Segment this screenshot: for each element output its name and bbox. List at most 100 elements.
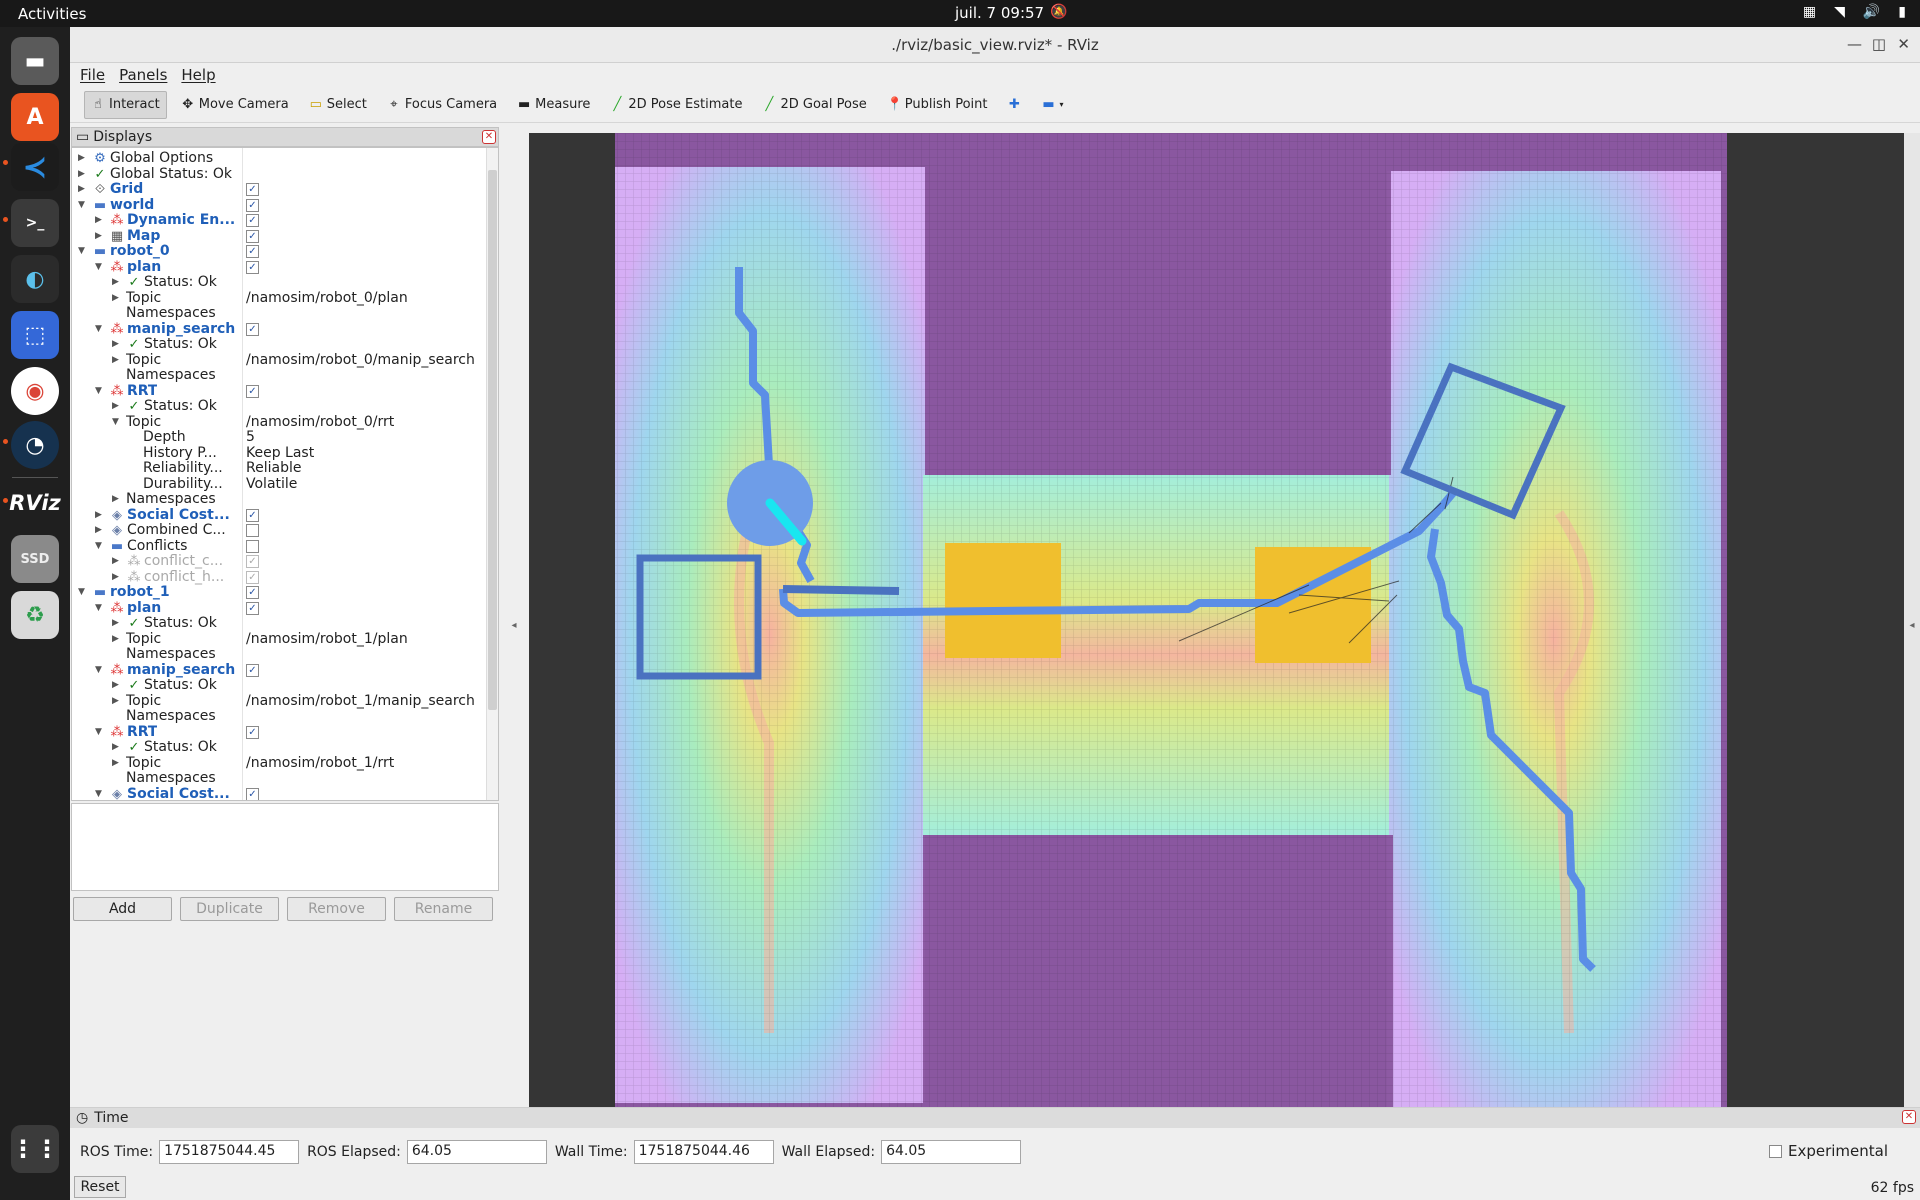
volume-icon[interactable]: 🔊 [1863, 4, 1880, 20]
minimize-icon[interactable]: — [1847, 35, 1862, 53]
remove-display-button[interactable]: Remove [287, 897, 386, 921]
add-tool-button[interactable]: ✚ [1001, 91, 1027, 119]
display-enabled-checkbox[interactable]: ✓ [246, 183, 259, 196]
movable-obstacle-1[interactable] [945, 543, 1061, 658]
ros-time-label: ROS Time: [80, 1144, 154, 1160]
ros-elapsed-label: ROS Elapsed: [307, 1144, 401, 1160]
displays-buttons: Add Duplicate Remove Rename [71, 897, 499, 923]
clock[interactable]: juil. 7 09:57 [955, 4, 1044, 22]
display-enabled-checkbox[interactable]: ✓ [246, 508, 259, 522]
files-icon[interactable]: ▬ [11, 37, 59, 85]
show-apps-icon[interactable]: ⋮⋮ [11, 1125, 59, 1173]
displays-tree[interactable]: ▶ ⚙ Global Options ▶ ✓ Global Status: Ok ▶ ⟐ Gri… [71, 147, 499, 801]
duplicate-display-button[interactable]: Duplicate [180, 897, 279, 921]
remove-tool-button[interactable]: ▬ ▾ [1035, 91, 1069, 119]
tree-row[interactable]: ▶ ✓Status: Ok [72, 800, 482, 801]
display-enabled-checkbox[interactable]: ✓ [246, 384, 259, 398]
window-titlebar[interactable]: ./rviz/basic_view.rviz* - RViz — ◫ ✕ [70, 27, 1920, 63]
wall-elapsed-field[interactable]: 64.05 [881, 1140, 1022, 1164]
display-enabled-checkbox[interactable]: ✓ [246, 663, 259, 677]
display-enabled-checkbox[interactable]: ✓ [246, 214, 259, 227]
measure-tool-button[interactable]: ▬ Measure [511, 91, 596, 119]
display-enabled-checkbox[interactable]: ✓ [246, 586, 259, 599]
move-camera-icon: ✥ [182, 97, 194, 112]
display-description-box [71, 803, 499, 891]
rviz-icon[interactable]: RViz [9, 479, 60, 527]
displays-title: Displays [93, 129, 153, 145]
ssd-drive-icon[interactable]: SSD [11, 535, 59, 583]
display-enabled-checkbox[interactable]: ✓ [246, 322, 259, 336]
tool-bar: ☝ Interact ✥ Move Camera ▭ Select ⌖ Focus Ca… [70, 87, 1920, 123]
focus-camera-tool-button[interactable]: ⌖ Focus Camera [381, 91, 503, 119]
collapsed-arrow-icon[interactable]: ▶ [112, 800, 122, 801]
tree-scrollbar[interactable] [486, 148, 498, 800]
panel-close-icon[interactable]: ✕ [482, 130, 496, 144]
screenshot-icon[interactable]: ⬚ [11, 311, 59, 359]
display-enabled-checkbox[interactable]: ✓ [246, 787, 259, 800]
wifi-icon[interactable]: ◥ [1834, 4, 1845, 20]
map-scene[interactable] [529, 133, 1907, 1118]
display-enabled-checkbox[interactable]: ✓ [246, 725, 259, 739]
goal-pose-tool-button[interactable]: ╱ 2D Goal Pose [756, 91, 872, 119]
keyboard-layout-icon[interactable]: ▦ [1803, 4, 1816, 20]
dock-separator [12, 477, 58, 478]
left-dock-collapse-handle[interactable]: ◂ [500, 133, 528, 1118]
chrome-icon[interactable]: ◉ [11, 367, 59, 415]
display-enabled-checkbox[interactable] [246, 524, 259, 537]
reset-button[interactable]: Reset [74, 1176, 126, 1198]
ruler-icon: ▬ [517, 97, 531, 112]
add-display-button[interactable]: Add [73, 897, 172, 921]
activities-button[interactable]: Activities [18, 5, 86, 23]
move-camera-tool-button[interactable]: ✥ Move Camera [175, 91, 295, 119]
select-tool-button[interactable]: ▭ Select [303, 91, 373, 119]
menu-bar: File Panels Help [70, 63, 1920, 87]
wall-time-field[interactable]: 1751875044.46 [633, 1140, 774, 1164]
ros-elapsed-field[interactable]: 64.05 [406, 1140, 547, 1164]
display-enabled-checkbox[interactable]: ✓ [246, 229, 259, 243]
panel-close-icon[interactable]: ✕ [1902, 1110, 1916, 1124]
trash-icon[interactable]: ♻ [11, 591, 59, 639]
experimental-toggle[interactable]: Experimental [1768, 1142, 1888, 1160]
monitor-icon: ▭ [76, 129, 90, 145]
display-enabled-checkbox[interactable]: ✓ [246, 198, 259, 212]
display-enabled-checkbox[interactable] [246, 539, 259, 553]
fps-readout: 62 fps [1870, 1180, 1914, 1196]
right-dock-collapse-handle[interactable]: ◂ [1904, 133, 1920, 1118]
battery-icon[interactable]: ▮ [1898, 4, 1906, 20]
tree-row[interactable]: ▼ ◈ Social Cost... ✓ [72, 785, 482, 801]
grid-overlay [615, 133, 1727, 1118]
ros-time-field[interactable]: 1751875044.45 [159, 1140, 300, 1164]
display-enabled-checkbox[interactable]: ✓ [246, 570, 259, 584]
robot-0-push-path [782, 585, 900, 595]
publish-point-tool-button[interactable]: 📍 Publish Point [881, 91, 994, 119]
network-app-icon[interactable]: ◐ [11, 255, 59, 303]
notification-bell-icon: 🔕 [1050, 4, 1068, 20]
vscode-icon[interactable]: ≺ [11, 143, 59, 191]
rename-display-button[interactable]: Rename [394, 897, 493, 921]
system-tray[interactable]: ▦ ◥ 🔊 ▮ [1803, 4, 1906, 20]
menu-help[interactable]: Help [181, 66, 215, 84]
display-enabled-checkbox[interactable]: ✓ [246, 260, 259, 274]
displays-panel: ▭ Displays ✕ ▶ ⚙ Global Options ▶ ✓ Global St… [71, 127, 499, 1124]
running-indicator [3, 498, 8, 503]
maximize-icon[interactable]: ◫ [1872, 35, 1886, 53]
display-enabled-checkbox[interactable]: ✓ [246, 601, 259, 615]
render-viewport[interactable] [529, 133, 1907, 1118]
display-enabled-checkbox[interactable]: ✓ [246, 245, 259, 258]
app-center-icon[interactable]: A [11, 93, 59, 141]
recorder-icon[interactable]: ◔ [11, 421, 59, 469]
experimental-checkbox[interactable] [1768, 1144, 1782, 1158]
terminal-icon[interactable]: >_ [11, 199, 59, 247]
select-label: Select [326, 97, 367, 112]
menu-panels[interactable]: Panels [119, 66, 167, 84]
scrollbar-thumb[interactable] [488, 170, 497, 710]
menu-file[interactable]: File [80, 66, 105, 84]
time-panel-title: Time [94, 1110, 129, 1126]
running-indicator [3, 439, 8, 444]
display-enabled-checkbox[interactable]: ✓ [246, 555, 259, 568]
close-icon[interactable]: ✕ [1897, 35, 1910, 53]
pose-estimate-tool-button[interactable]: ╱ 2D Pose Estimate [604, 91, 748, 119]
interact-tool-button[interactable]: ☝ Interact [84, 90, 167, 119]
expanded-arrow-icon[interactable]: ▼ [95, 785, 105, 801]
window-title: ./rviz/basic_view.rviz* - RViz [891, 36, 1099, 54]
